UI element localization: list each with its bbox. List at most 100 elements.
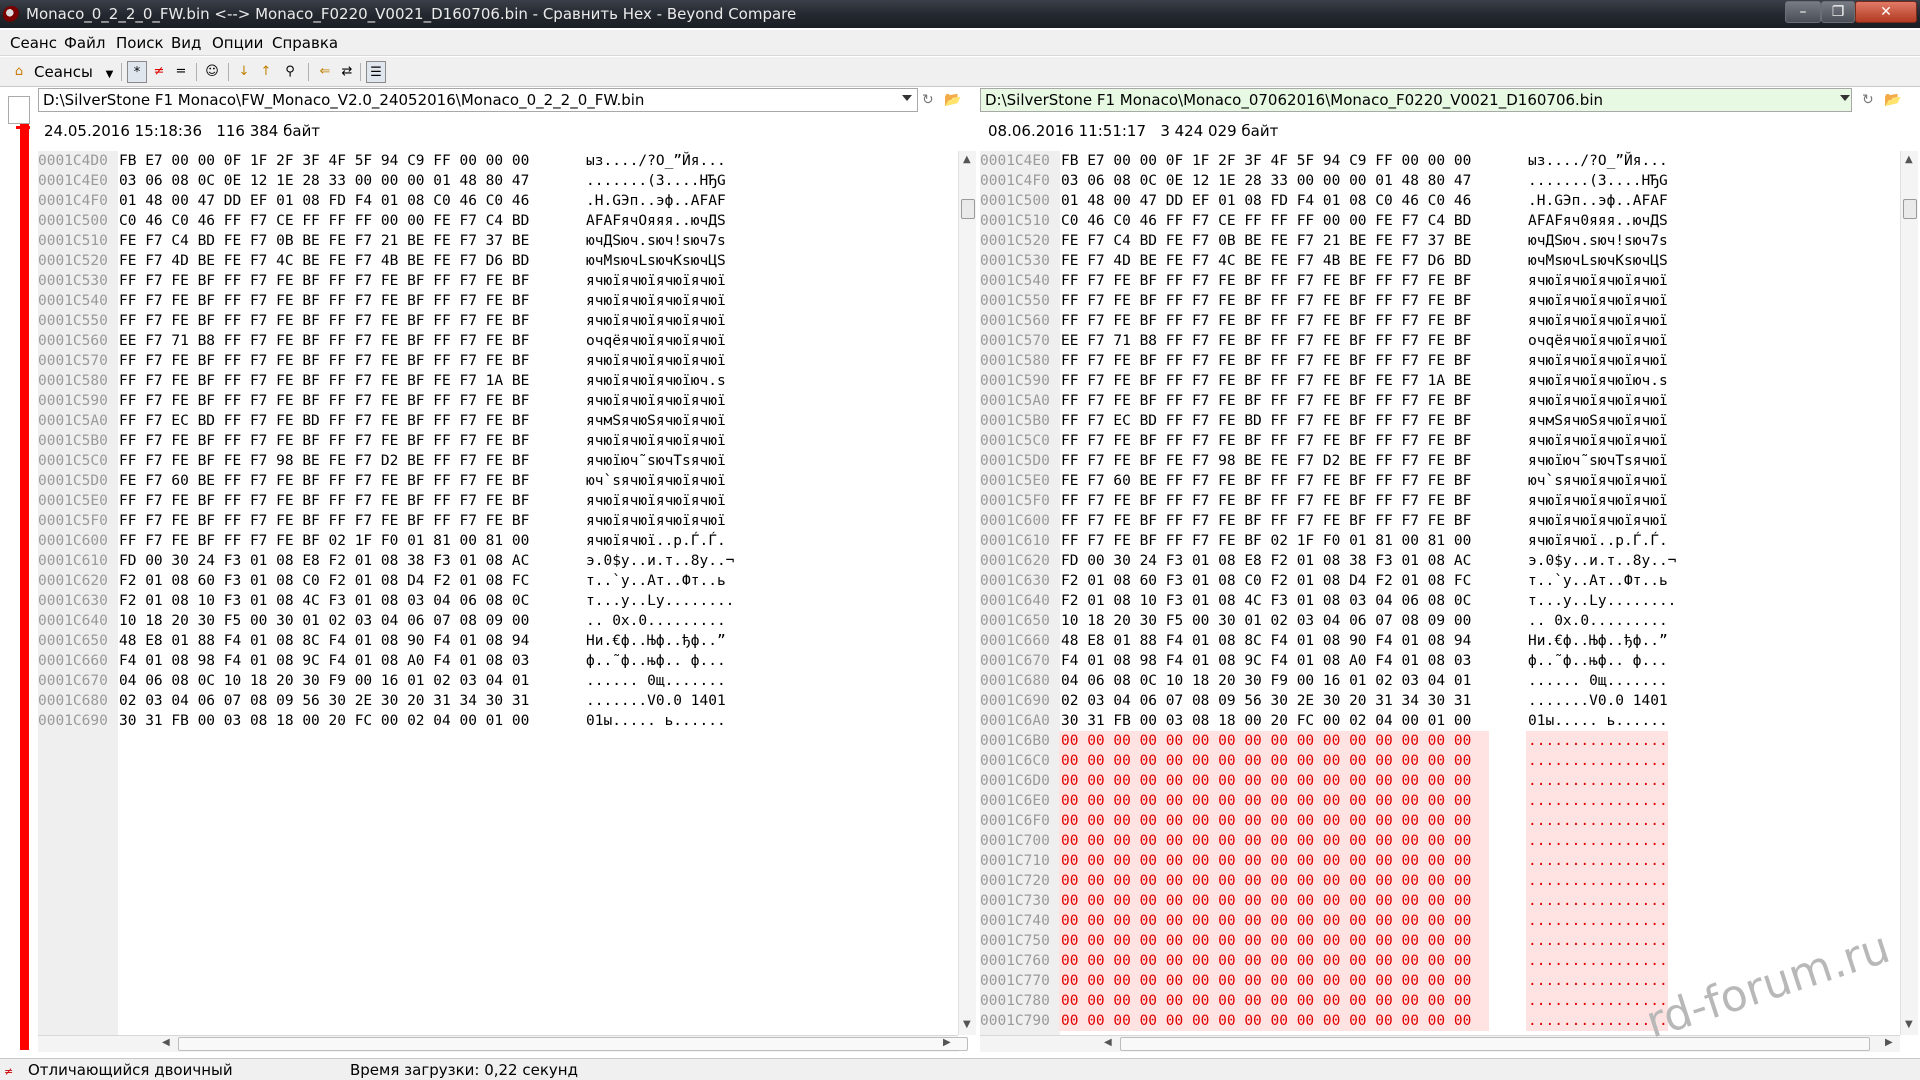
row-text[interactable]: .H.GЭп..эф..AFAF	[586, 191, 726, 211]
open-folder-icon[interactable]: 📂	[944, 92, 961, 108]
row-text[interactable]: ................	[1528, 971, 1668, 991]
row-text[interactable]: ................	[1528, 731, 1668, 751]
hex-row[interactable]: 0001C6C0 00 00 00 00 00 00 00 00 00 00 00…	[980, 751, 1892, 771]
row-text[interactable]: ыз..../?O_”Йя...	[1528, 151, 1668, 171]
row-hex-bytes[interactable]: FF F7 FE BF FF F7 FE BF 02 1F F0 01 81 0…	[119, 531, 529, 551]
row-hex-bytes[interactable]: FE F7 60 BE FF F7 FE BF FF F7 FE BF FF F…	[119, 471, 529, 491]
row-hex-bytes[interactable]: FF F7 FE BF FF F7 FE BF FF F7 FE BF FF F…	[119, 431, 529, 451]
hex-row[interactable]: 0001C5F0 FF F7 FE BF FF F7 FE BF FF F7 FE…	[980, 491, 1892, 511]
hex-row[interactable]: 0001C590 FF F7 FE BF FF F7 FE BF FF F7 FE…	[980, 371, 1892, 391]
left-hex-pane[interactable]: 0001C4D0 FB E7 00 00 0F 1F 2F 3F 4F 5F 94…	[38, 151, 958, 1035]
hex-row[interactable]: 0001C640 10 18 20 30 F5 00 30 01 02 03 04…	[38, 611, 958, 631]
row-hex-bytes[interactable]: FF F7 FE BF FF F7 FE BF FF F7 FE BF FF F…	[1061, 311, 1471, 331]
row-hex-bytes[interactable]: FF F7 FE BF FF F7 FE BF FF F7 FE BF FF F…	[1061, 391, 1471, 411]
row-hex-bytes[interactable]: 03 06 08 0C 0E 12 1E 28 33 00 00 00 01 4…	[1061, 171, 1471, 191]
scroll-down-icon[interactable]: ▼	[1905, 1019, 1913, 1030]
history-icon[interactable]: ↻	[1862, 92, 1874, 108]
hex-row[interactable]: 0001C6D0 00 00 00 00 00 00 00 00 00 00 00…	[980, 771, 1892, 791]
hex-row[interactable]: 0001C6A0 30 31 FB 00 03 08 18 00 20 FC 00…	[980, 711, 1892, 731]
row-hex-bytes[interactable]: FD 00 30 24 F3 01 08 E8 F2 01 08 38 F3 0…	[119, 551, 529, 571]
hex-row[interactable]: 0001C560 FF F7 FE BF FF F7 FE BF FF F7 FE…	[980, 311, 1892, 331]
row-text[interactable]: т...у..Lу........	[1528, 591, 1676, 611]
row-text[interactable]: ячюїячюїячюїюч.ѕ	[586, 371, 726, 391]
row-text[interactable]: ячюїячюїячюїячюї	[1528, 431, 1668, 451]
row-text[interactable]: .......(3....HЂG	[586, 171, 726, 191]
hex-row[interactable]: 0001C740 00 00 00 00 00 00 00 00 00 00 00…	[980, 911, 1892, 931]
row-hex-bytes[interactable]: F2 01 08 60 F3 01 08 C0 F2 01 08 D4 F2 0…	[119, 571, 529, 591]
row-hex-bytes[interactable]: FE F7 C4 BD FE F7 0B BE FE F7 21 BE FE F…	[119, 231, 529, 251]
row-hex-bytes[interactable]: 48 E8 01 88 F4 01 08 8C F4 01 08 90 F4 0…	[119, 631, 529, 651]
hex-row[interactable]: 0001C720 00 00 00 00 00 00 00 00 00 00 00…	[980, 871, 1892, 891]
row-hex-bytes[interactable]: FE F7 4D BE FE F7 4C BE FE F7 4B BE FE F…	[1061, 251, 1471, 271]
chevron-down-icon[interactable]	[902, 95, 912, 101]
row-text[interactable]: 01ы..... ь......	[586, 711, 726, 731]
row-text[interactable]: ф..˜ф..њф.. ф...	[586, 651, 726, 671]
find-icon[interactable]: ⚲	[280, 61, 300, 83]
row-text[interactable]: ючMѕючLѕючKѕючЦЅ	[1528, 251, 1668, 271]
row-hex-bytes[interactable]: 00 00 00 00 00 00 00 00 00 00 00 00 00 0…	[1061, 791, 1471, 811]
hex-row[interactable]: 0001C5C0 FF F7 FE BF FE F7 98 BE FE F7 D2…	[38, 451, 958, 471]
right-file-path[interactable]: D:\SilverStone F1 Monaco\Monaco_07062016…	[980, 88, 1852, 112]
maximize-button[interactable]: ❐	[1821, 1, 1855, 23]
row-hex-bytes[interactable]: FE F7 60 BE FF F7 FE BF FF F7 FE BF FF F…	[1061, 471, 1471, 491]
hex-row[interactable]: 0001C610 FD 00 30 24 F3 01 08 E8 F2 01 08…	[38, 551, 958, 571]
hex-row[interactable]: 0001C660 F4 01 08 98 F4 01 08 9C F4 01 08…	[38, 651, 958, 671]
hex-row[interactable]: 0001C5E0 FE F7 60 BE FF F7 FE BF FF F7 FE…	[980, 471, 1892, 491]
hex-row[interactable]: 0001C630 F2 01 08 10 F3 01 08 4C F3 01 08…	[38, 591, 958, 611]
row-hex-bytes[interactable]: 00 00 00 00 00 00 00 00 00 00 00 00 00 0…	[1061, 811, 1471, 831]
hex-row[interactable]: 0001C710 00 00 00 00 00 00 00 00 00 00 00…	[980, 851, 1892, 871]
row-hex-bytes[interactable]: 03 06 08 0C 0E 12 1E 28 33 00 00 00 01 4…	[119, 171, 529, 191]
row-hex-bytes[interactable]: C0 46 C0 46 FF F7 CE FF FF FF 00 00 FE F…	[1061, 211, 1471, 231]
hex-row[interactable]: 0001C4F0 03 06 08 0C 0E 12 1E 28 33 00 00…	[980, 171, 1892, 191]
row-text[interactable]: очqёячюїячюїячюї	[586, 331, 726, 351]
row-text[interactable]: .......V0.0 1401	[1528, 691, 1668, 711]
row-text[interactable]: ячюїячюїячюїюч.ѕ	[1528, 371, 1668, 391]
row-text[interactable]: ячюїячюїячюїячюї	[586, 491, 726, 511]
row-text[interactable]: ячюїячюї..р.Ѓ.Ѓ.	[1528, 531, 1668, 551]
row-text[interactable]: .. 0х.0.........	[586, 611, 726, 631]
row-hex-bytes[interactable]: EE F7 71 B8 FF F7 FE BF FF F7 FE BF FF F…	[1061, 331, 1471, 351]
row-hex-bytes[interactable]: FD 00 30 24 F3 01 08 E8 F2 01 08 38 F3 0…	[1061, 551, 1471, 571]
open-folder-icon[interactable]: 📂	[1884, 92, 1901, 108]
hex-row[interactable]: 0001C6E0 00 00 00 00 00 00 00 00 00 00 00…	[980, 791, 1892, 811]
row-text[interactable]: ячюїячюїячюїячюї	[586, 271, 726, 291]
row-hex-bytes[interactable]: F4 01 08 98 F4 01 08 9C F4 01 08 A0 F4 0…	[119, 651, 529, 671]
hex-row[interactable]: 0001C580 FF F7 FE BF FF F7 FE BF FF F7 FE…	[980, 351, 1892, 371]
hex-row[interactable]: 0001C560 EE F7 71 B8 FF F7 FE BF FF F7 FE…	[38, 331, 958, 351]
row-hex-bytes[interactable]: FB E7 00 00 0F 1F 2F 3F 4F 5F 94 C9 FF 0…	[119, 151, 529, 171]
row-text[interactable]: ................	[1528, 751, 1668, 771]
row-text[interactable]: Ни.€ф..Њф..ђф..”	[1528, 631, 1668, 651]
row-text[interactable]: ячюїячюїячюїячюї	[1528, 271, 1668, 291]
row-text[interactable]: AFAFячОяяя..ючДЅ	[586, 211, 726, 231]
row-hex-bytes[interactable]: 00 00 00 00 00 00 00 00 00 00 00 00 00 0…	[1061, 911, 1471, 931]
row-hex-bytes[interactable]: 00 00 00 00 00 00 00 00 00 00 00 00 00 0…	[1061, 931, 1471, 951]
hex-row[interactable]: 0001C750 00 00 00 00 00 00 00 00 00 00 00…	[980, 931, 1892, 951]
hex-row[interactable]: 0001C700 00 00 00 00 00 00 00 00 00 00 00…	[980, 831, 1892, 851]
row-hex-bytes[interactable]: FE F7 4D BE FE F7 4C BE FE F7 4B BE FE F…	[119, 251, 529, 271]
row-hex-bytes[interactable]: FF F7 FE BF FF F7 FE BF FF F7 FE BF FF F…	[1061, 291, 1471, 311]
row-hex-bytes[interactable]: 00 00 00 00 00 00 00 00 00 00 00 00 00 0…	[1061, 951, 1471, 971]
scroll-right-icon[interactable]: ▶	[1885, 1037, 1893, 1048]
hex-row[interactable]: 0001C540 FF F7 FE BF FF F7 FE BF FF F7 FE…	[980, 271, 1892, 291]
row-hex-bytes[interactable]: FF F7 FE BF FF F7 FE BF FF F7 FE BF FF F…	[119, 351, 529, 371]
row-text[interactable]: ................	[1528, 951, 1668, 971]
row-text[interactable]: ................	[1528, 811, 1668, 831]
row-text[interactable]: ячюїячюїячюїячюї	[1528, 511, 1668, 531]
hex-row[interactable]: 0001C4F0 01 48 00 47 DD EF 01 08 FD F4 01…	[38, 191, 958, 211]
scroll-left-icon[interactable]: ◀	[1104, 1037, 1112, 1048]
row-text[interactable]: ф..˜ф..њф.. ф...	[1528, 651, 1668, 671]
hex-row[interactable]: 0001C530 FE F7 4D BE FE F7 4C BE FE F7 4B…	[980, 251, 1892, 271]
row-text[interactable]: ...... 0щ.......	[1528, 671, 1668, 691]
row-text[interactable]: ................	[1528, 911, 1668, 931]
sessions-dropdown[interactable]: Сеансы ▼	[34, 61, 113, 83]
hex-row[interactable]: 0001C520 FE F7 4D BE FE F7 4C BE FE F7 4B…	[38, 251, 958, 271]
minimize-button[interactable]: –	[1785, 1, 1821, 23]
row-text[interactable]: ................	[1528, 891, 1668, 911]
row-text[interactable]: ючДЅюч.ѕюч!ѕюч7ѕ	[1528, 231, 1668, 251]
right-horizontal-scrollbar[interactable]: ◀ ▶	[980, 1035, 1900, 1052]
hex-row[interactable]: 0001C650 48 E8 01 88 F4 01 08 8C F4 01 08…	[38, 631, 958, 651]
hex-row[interactable]: 0001C730 00 00 00 00 00 00 00 00 00 00 00…	[980, 891, 1892, 911]
close-button[interactable]: ✕	[1855, 1, 1917, 23]
row-text[interactable]: э.0$у..и.т..8у..¬	[586, 551, 734, 571]
row-text[interactable]: э.0$у..и.т..8у..¬	[1528, 551, 1676, 571]
